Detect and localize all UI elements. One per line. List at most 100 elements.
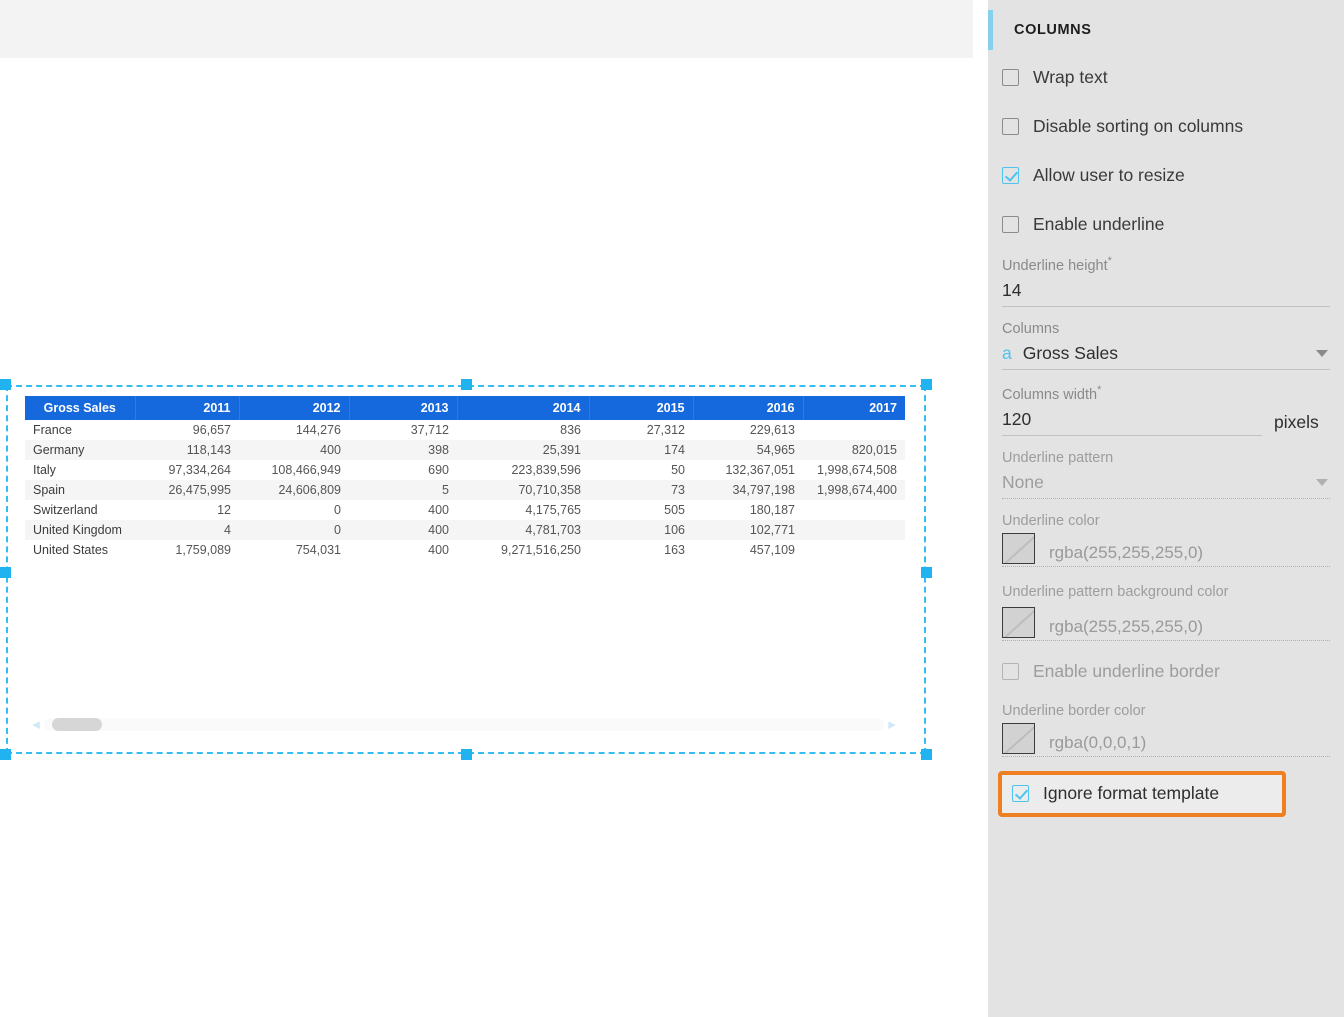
resize-handle-top-center[interactable] — [461, 379, 472, 390]
checkbox-allow-user-resize-icon[interactable] — [1002, 167, 1019, 184]
value-columns-width: 120 — [1002, 409, 1031, 430]
table-cell: 97,334,264 — [135, 460, 239, 480]
checkbox-wrap-text-icon[interactable] — [1002, 69, 1019, 86]
table-cell: Switzerland — [25, 500, 135, 520]
table-row[interactable]: Switzerland1204004,175,765505180,187 — [25, 500, 905, 520]
table-cell: 4,175,765 — [457, 500, 589, 520]
resize-handle-top-right[interactable] — [921, 379, 932, 390]
checkbox-enable-underline-icon[interactable] — [1002, 216, 1019, 233]
gross-sales-table: Gross Sales2011201220132014201520162017 … — [25, 396, 905, 560]
resize-handle-top-left[interactable] — [0, 379, 11, 390]
column-header-2015[interactable]: 2015 — [589, 396, 693, 420]
checkbox-disable-sorting-icon[interactable] — [1002, 118, 1019, 135]
color-swatch-icon[interactable] — [1002, 723, 1035, 754]
resize-handle-middle-right[interactable] — [921, 567, 932, 578]
data-grid[interactable]: Gross Sales2011201220132014201520162017 … — [25, 396, 905, 712]
select-underline-pattern[interactable]: None — [1002, 468, 1330, 499]
resize-handle-middle-left[interactable] — [0, 567, 11, 578]
horizontal-scrollbar[interactable]: ◂ ▸ — [28, 714, 900, 734]
required-asterisk: * — [1108, 255, 1112, 267]
option-ignore-format-template[interactable]: Ignore format template — [998, 771, 1286, 817]
column-header-2011[interactable]: 2011 — [135, 396, 239, 420]
table-cell: 96,657 — [135, 420, 239, 440]
table-cell: 1,759,089 — [135, 540, 239, 560]
column-header-2014[interactable]: 2014 — [457, 396, 589, 420]
option-wrap-text[interactable]: Wrap text — [1002, 60, 1330, 94]
label-columns: Columns — [1002, 321, 1330, 337]
unit-label-pixels: pixels — [1274, 412, 1319, 436]
panel-title: COLUMNS — [1014, 22, 1092, 38]
table-cell: 50 — [589, 460, 693, 480]
column-header-2016[interactable]: 2016 — [693, 396, 803, 420]
table-row[interactable]: Germany118,14340039825,39117454,965820,0… — [25, 440, 905, 460]
column-header-2013[interactable]: 2013 — [349, 396, 457, 420]
resize-handle-bottom-center[interactable] — [461, 749, 472, 760]
option-label-enable-underline: Enable underline — [1033, 214, 1164, 235]
option-label-allow-user-resize: Allow user to resize — [1033, 165, 1185, 186]
table-cell: 4,781,703 — [457, 520, 589, 540]
table-cell: Italy — [25, 460, 135, 480]
column-header-2017[interactable]: 2017 — [803, 396, 905, 420]
required-asterisk: * — [1097, 384, 1101, 396]
select-columns[interactable]: a Gross Sales — [1002, 339, 1330, 370]
option-allow-user-resize[interactable]: Allow user to resize — [1002, 158, 1330, 192]
table-cell: 836 — [457, 420, 589, 440]
canvas-toolbar-strip — [0, 0, 973, 58]
table-row[interactable]: United Kingdom404004,781,703106102,771 — [25, 520, 905, 540]
table-cell: 229,613 — [693, 420, 803, 440]
table-cell: 34,797,198 — [693, 480, 803, 500]
checkbox-ignore-format-template-icon[interactable] — [1012, 785, 1029, 802]
input-underline-height[interactable]: 14 — [1002, 276, 1330, 307]
resize-handle-bottom-left[interactable] — [0, 749, 11, 760]
scrollbar-thumb[interactable] — [52, 718, 102, 731]
table-cell: United Kingdom — [25, 520, 135, 540]
chevron-down-icon[interactable] — [1316, 350, 1328, 357]
chevron-down-icon[interactable] — [1316, 479, 1328, 486]
table-cell: 54,965 — [693, 440, 803, 460]
table-cell: 1,998,674,400 — [803, 480, 905, 500]
table-cell — [803, 520, 905, 540]
color-picker-underline-color[interactable]: rgba(255,255,255,0) — [1002, 531, 1330, 567]
option-disable-sorting[interactable]: Disable sorting on columns — [1002, 109, 1330, 143]
table-row[interactable]: United States1,759,089754,0314009,271,51… — [25, 540, 905, 560]
table-row[interactable]: Spain26,475,99524,606,809570,710,3587334… — [25, 480, 905, 500]
table-row[interactable]: France96,657144,27637,71283627,312229,61… — [25, 420, 905, 440]
color-picker-underline-pattern-bg-color[interactable]: rgba(255,255,255,0) — [1002, 605, 1330, 641]
option-label-ignore-format-template: Ignore format template — [1043, 783, 1219, 804]
option-enable-underline-border[interactable]: Enable underline border — [1002, 655, 1330, 689]
table-cell: 180,187 — [693, 500, 803, 520]
checkbox-enable-underline-border-icon[interactable] — [1002, 663, 1019, 680]
resize-handle-bottom-right[interactable] — [921, 749, 932, 760]
table-header-row: Gross Sales2011201220132014201520162017 — [25, 396, 905, 420]
table-cell: 690 — [349, 460, 457, 480]
value-columns: Gross Sales — [1023, 343, 1118, 364]
color-swatch-icon[interactable] — [1002, 607, 1035, 638]
color-swatch-icon[interactable] — [1002, 533, 1035, 564]
value-underline-height: 14 — [1002, 280, 1021, 301]
field-columns-width: Columns width* 120 pixels — [1002, 384, 1330, 436]
column-header-2012[interactable]: 2012 — [239, 396, 349, 420]
table-cell: 27,312 — [589, 420, 693, 440]
table-cell: 102,771 — [693, 520, 803, 540]
table-cell: 400 — [349, 520, 457, 540]
value-underline-pattern-bg-color: rgba(255,255,255,0) — [1049, 617, 1203, 640]
table-cell: 106 — [589, 520, 693, 540]
selected-table-widget[interactable]: Gross Sales2011201220132014201520162017 … — [6, 385, 926, 754]
columns-properties-panel: COLUMNS Wrap text Disable sorting on col… — [988, 0, 1344, 1017]
table-cell: 505 — [589, 500, 693, 520]
field-underline-height: Underline height* 14 — [1002, 255, 1330, 307]
scroll-left-arrow-icon[interactable]: ◂ — [28, 714, 44, 734]
option-enable-underline[interactable]: Enable underline — [1002, 207, 1330, 241]
field-underline-pattern: Underline pattern None — [1002, 450, 1330, 499]
table-cell: 5 — [349, 480, 457, 500]
scroll-right-arrow-icon[interactable]: ▸ — [884, 714, 900, 734]
scrollbar-track[interactable] — [44, 718, 884, 731]
label-underline-pattern-bg-color: Underline pattern background color — [1002, 581, 1330, 603]
color-picker-underline-border-color[interactable]: rgba(0,0,0,1) — [1002, 721, 1330, 757]
table-cell: United States — [25, 540, 135, 560]
column-header-gross-sales[interactable]: Gross Sales — [25, 396, 135, 420]
table-row[interactable]: Italy97,334,264108,466,949690223,839,596… — [25, 460, 905, 480]
input-columns-width[interactable]: 120 — [1002, 405, 1262, 436]
table-cell: 174 — [589, 440, 693, 460]
table-cell: 400 — [349, 540, 457, 560]
